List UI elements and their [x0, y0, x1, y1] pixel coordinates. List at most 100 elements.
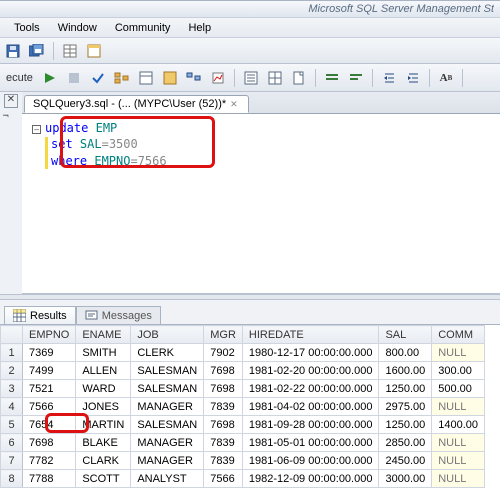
cell[interactable]: 7521 — [23, 380, 76, 398]
query-options-icon[interactable] — [135, 67, 157, 89]
cell[interactable]: 300.00 — [432, 362, 485, 380]
cell[interactable]: 7698 — [204, 380, 243, 398]
uncomment-icon[interactable] — [345, 67, 367, 89]
outdent-icon[interactable] — [378, 67, 400, 89]
column-header[interactable]: MGR — [204, 326, 243, 344]
cell[interactable]: BLAKE — [76, 434, 131, 452]
cell[interactable]: 7839 — [204, 452, 243, 470]
intellisense-icon[interactable] — [159, 67, 181, 89]
cell[interactable]: 2450.00 — [379, 452, 432, 470]
execute-button[interactable]: ecute — [2, 70, 37, 86]
cell[interactable]: 7369 — [23, 344, 76, 362]
results-to-grid-icon[interactable] — [264, 67, 286, 89]
cell[interactable]: NULL — [432, 344, 485, 362]
indent-icon[interactable] — [402, 67, 424, 89]
cell[interactable]: 1250.00 — [379, 416, 432, 434]
menu-window[interactable]: Window — [50, 20, 105, 36]
cell[interactable]: 500.00 — [432, 380, 485, 398]
results-tab[interactable]: Results — [4, 306, 76, 324]
cell[interactable]: 1981-04-02 00:00:00.000 — [242, 398, 379, 416]
menu-community[interactable]: Community — [107, 20, 179, 36]
cell[interactable]: 2975.00 — [379, 398, 432, 416]
cell[interactable]: SMITH — [76, 344, 131, 362]
results-to-text-icon[interactable] — [240, 67, 262, 89]
specify-values-icon[interactable]: AB — [435, 67, 457, 89]
results-to-file-icon[interactable] — [288, 67, 310, 89]
cell[interactable]: NULL — [432, 470, 485, 488]
cell[interactable]: 7499 — [23, 362, 76, 380]
client-stats-icon[interactable] — [207, 67, 229, 89]
cell[interactable]: 1981-06-09 00:00:00.000 — [242, 452, 379, 470]
cell[interactable]: CLARK — [76, 452, 131, 470]
cell[interactable]: 1981-02-20 00:00:00.000 — [242, 362, 379, 380]
cell[interactable]: 8 — [1, 470, 23, 488]
cell[interactable]: NULL — [432, 452, 485, 470]
cell[interactable]: 1980-12-17 00:00:00.000 — [242, 344, 379, 362]
cell[interactable]: 1981-02-22 00:00:00.000 — [242, 380, 379, 398]
cell[interactable]: 1400.00 — [432, 416, 485, 434]
cell[interactable]: 7788 — [23, 470, 76, 488]
save-icon[interactable] — [3, 41, 23, 61]
messages-tab[interactable]: Messages — [76, 306, 161, 324]
cell[interactable]: SALESMAN — [131, 380, 204, 398]
cell[interactable]: 1600.00 — [379, 362, 432, 380]
cell[interactable]: 4 — [1, 398, 23, 416]
play-icon[interactable] — [39, 67, 61, 89]
cell[interactable]: 2850.00 — [379, 434, 432, 452]
comment-icon[interactable] — [321, 67, 343, 89]
document-tab[interactable]: SQLQuery3.sql - (... (MYPC\User (52))* ✕ — [24, 95, 249, 113]
table-row[interactable]: 77782CLARKMANAGER78391981-06-09 00:00:00… — [1, 452, 485, 470]
cell[interactable]: 2 — [1, 362, 23, 380]
column-header[interactable]: JOB — [131, 326, 204, 344]
cell[interactable]: 800.00 — [379, 344, 432, 362]
cell[interactable]: 5 — [1, 416, 23, 434]
table-row[interactable]: 87788SCOTTANALYST75661982-12-09 00:00:00… — [1, 470, 485, 488]
close-tab-icon[interactable]: ✕ — [230, 99, 238, 110]
stop-debug-icon[interactable] — [63, 67, 85, 89]
cell[interactable]: 7782 — [23, 452, 76, 470]
cell[interactable]: NULL — [432, 434, 485, 452]
collapse-gutter-icon[interactable]: – — [32, 125, 41, 134]
cell[interactable]: NULL — [432, 398, 485, 416]
column-header[interactable] — [1, 326, 23, 344]
cell[interactable]: 1 — [1, 344, 23, 362]
table-row[interactable]: 37521WARDSALESMAN76981981-02-22 00:00:00… — [1, 380, 485, 398]
cell[interactable]: 1981-05-01 00:00:00.000 — [242, 434, 379, 452]
cell[interactable]: 7566 — [204, 470, 243, 488]
table-row[interactable]: 67698BLAKEMANAGER78391981-05-01 00:00:00… — [1, 434, 485, 452]
cell[interactable]: 6 — [1, 434, 23, 452]
cell[interactable]: CLERK — [131, 344, 204, 362]
table-row[interactable]: 17369SMITHCLERK79021980-12-17 00:00:00.0… — [1, 344, 485, 362]
close-panel-icon[interactable]: ✕ — [4, 94, 18, 108]
cell[interactable]: 7698 — [23, 434, 76, 452]
column-header[interactable]: ENAME — [76, 326, 131, 344]
results-grid[interactable]: EMPNOENAMEJOBMGRHIREDATESALCOMM17369SMIT… — [0, 324, 500, 500]
menu-tools[interactable]: Tools — [6, 20, 48, 36]
cell[interactable]: 3 — [1, 380, 23, 398]
column-header[interactable]: EMPNO — [23, 326, 76, 344]
menu-help[interactable]: Help — [180, 20, 219, 36]
sql-editor[interactable]: –update EMP set SAL=3500 where EMPNO=756… — [22, 114, 500, 294]
actual-plan-icon[interactable] — [183, 67, 205, 89]
cell[interactable]: SALESMAN — [131, 362, 204, 380]
side-panel-label[interactable]: r — [0, 114, 11, 117]
cell[interactable]: ALLEN — [76, 362, 131, 380]
parse-check-icon[interactable] — [87, 67, 109, 89]
properties-icon[interactable] — [84, 41, 104, 61]
cell[interactable]: MANAGER — [131, 434, 204, 452]
cell[interactable]: SALESMAN — [131, 416, 204, 434]
save-all-icon[interactable] — [27, 41, 47, 61]
column-header[interactable]: COMM — [432, 326, 485, 344]
cell[interactable]: 1982-12-09 00:00:00.000 — [242, 470, 379, 488]
column-header[interactable]: SAL — [379, 326, 432, 344]
cell[interactable]: MANAGER — [131, 398, 204, 416]
table-icon[interactable] — [60, 41, 80, 61]
estimated-plan-icon[interactable] — [111, 67, 133, 89]
cell[interactable]: 1981-09-28 00:00:00.000 — [242, 416, 379, 434]
cell[interactable]: SCOTT — [76, 470, 131, 488]
cell[interactable]: 7902 — [204, 344, 243, 362]
column-header[interactable]: HIREDATE — [242, 326, 379, 344]
cell[interactable]: ANALYST — [131, 470, 204, 488]
cell[interactable]: 7 — [1, 452, 23, 470]
cell[interactable]: 1250.00 — [379, 380, 432, 398]
